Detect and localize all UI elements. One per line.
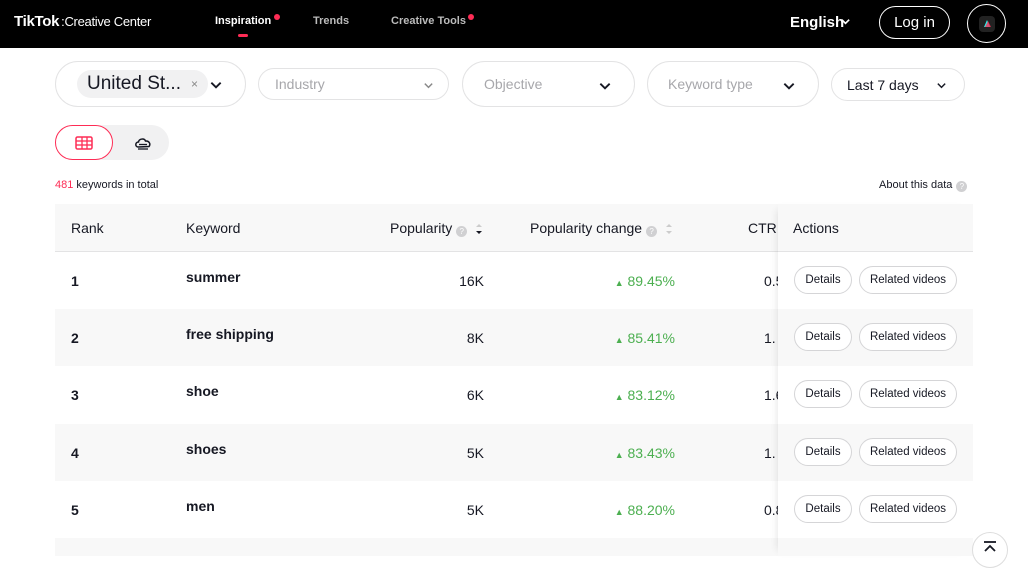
sort-icon[interactable] — [664, 223, 674, 235]
industry-filter[interactable]: Industry — [258, 68, 449, 100]
chevron-up-icon — [984, 541, 996, 552]
period-value: Last 7 days — [847, 76, 919, 93]
arrow-up-icon: ▲ — [614, 507, 624, 517]
row-popularity: 16K — [459, 273, 484, 289]
row-popularity-change: ▲ 83.43% — [615, 445, 675, 461]
change-value: 88.20% — [627, 502, 675, 518]
tiktok-app-icon — [978, 15, 995, 32]
row-ctr: 1. — [764, 330, 776, 346]
row-rank: 4 — [71, 445, 79, 461]
row-popularity-change: ▲ 88.20% — [615, 502, 675, 518]
tiktok-creative-center-logo[interactable]: TikTok:Creative Center — [14, 13, 151, 30]
row-ctr: 1. — [764, 445, 776, 461]
keywords-count: 481 — [55, 179, 74, 191]
change-value: 89.45% — [627, 273, 675, 289]
country-filter[interactable]: United St... × — [55, 61, 246, 107]
header-popularity-change-label: Popularity change — [530, 220, 643, 236]
table-view-button[interactable] — [55, 125, 113, 160]
arrow-up-icon: ▲ — [614, 335, 624, 345]
nav-trends[interactable]: Trends — [313, 15, 349, 27]
header-rank: Rank — [71, 220, 104, 236]
header-popularity[interactable]: Popularity? — [390, 220, 484, 237]
country-chip[interactable]: United St... × — [77, 70, 209, 98]
about-label: About this data — [879, 179, 953, 191]
row-rank: 3 — [71, 387, 79, 403]
change-value: 83.43% — [627, 445, 675, 461]
arrow-up-icon: ▲ — [614, 450, 624, 460]
chevron-down-icon[interactable] — [782, 79, 796, 93]
language-label: English — [790, 14, 845, 31]
close-icon[interactable]: × — [191, 77, 198, 91]
industry-placeholder: Industry — [275, 76, 325, 92]
row-keyword: summer — [186, 269, 241, 285]
nav-inspiration[interactable]: Inspiration — [215, 15, 271, 27]
row-keyword: shoe — [186, 383, 219, 399]
view-toggle — [55, 125, 169, 160]
keyword-type-filter[interactable]: Keyword type — [647, 61, 819, 107]
nav-trends-label: Trends — [313, 15, 350, 27]
row-keyword: men — [186, 498, 215, 514]
sort-icon[interactable] — [474, 223, 484, 235]
help-icon[interactable]: ? — [646, 226, 658, 237]
scroll-to-top-button[interactable] — [972, 532, 1008, 568]
row-popularity-change: ▲ 85.41% — [615, 330, 675, 346]
keywords-total: 481 keywords in total — [55, 179, 158, 191]
objective-placeholder: Objective — [484, 76, 543, 92]
row-ctr: 1.6 — [764, 387, 778, 403]
header-ctr: CTR — [748, 220, 777, 236]
chevron-down-icon[interactable] — [840, 16, 851, 27]
row-ctr: 0.5 — [764, 273, 778, 289]
top-navigation-bar: TikTok:Creative Center Inspiration Trend… — [0, 0, 1028, 48]
row-popularity-change: ▲ 83.12% — [615, 387, 675, 403]
keywords-total-label: keywords in total — [76, 179, 159, 191]
nav-creative-tools-label: Creative Tools — [391, 15, 466, 27]
change-value: 83.12% — [627, 387, 675, 403]
row-keyword: shoes — [186, 441, 227, 457]
row-ctr: 0.8 — [764, 502, 778, 518]
period-filter[interactable]: Last 7 days — [831, 68, 965, 101]
chevron-down-icon[interactable] — [598, 79, 612, 93]
header-popularity-change[interactable]: Popularity change? — [530, 220, 674, 237]
row-popularity-change: ▲ 89.45% — [615, 273, 675, 289]
objective-filter[interactable]: Objective — [462, 61, 635, 107]
header-keyword: Keyword — [186, 220, 241, 236]
change-value: 85.41% — [627, 330, 675, 346]
row-popularity: 6K — [466, 387, 484, 403]
avatar[interactable] — [967, 4, 1006, 43]
nav-inspiration-dot — [274, 14, 280, 20]
active-nav-indicator — [238, 34, 248, 37]
login-button[interactable]: Log in — [879, 6, 950, 39]
row-rank: 2 — [71, 330, 79, 346]
about-this-data[interactable]: About this data? — [879, 179, 968, 192]
nav-creative-tools[interactable]: Creative Tools — [391, 15, 466, 27]
chevron-down-icon[interactable] — [936, 80, 947, 91]
word-cloud-icon — [135, 137, 151, 150]
row-popularity: 8K — [466, 330, 484, 346]
table-icon — [75, 135, 93, 150]
row-popularity: 5K — [466, 502, 484, 518]
row-keyword: free shipping — [186, 326, 274, 342]
actions-column-shadow — [778, 204, 973, 556]
help-icon[interactable]: ? — [956, 181, 968, 192]
language-selector[interactable]: English — [790, 14, 844, 31]
arrow-up-icon: ▲ — [614, 278, 624, 288]
logo-subtitle: Creative Center — [64, 14, 152, 29]
row-rank: 5 — [71, 502, 79, 518]
arrow-up-icon: ▲ — [614, 392, 624, 402]
cloud-view-button[interactable] — [117, 125, 169, 160]
row-popularity: 5K — [466, 445, 484, 461]
country-value: United St... — [87, 73, 181, 94]
logo-text: TikTok — [14, 13, 60, 30]
chevron-down-icon[interactable] — [423, 80, 434, 91]
help-icon[interactable]: ? — [456, 226, 468, 237]
nav-inspiration-label: Inspiration — [215, 15, 272, 27]
chevron-down-icon[interactable] — [209, 78, 223, 92]
keyword-type-placeholder: Keyword type — [668, 76, 753, 92]
header-popularity-label: Popularity — [390, 220, 453, 236]
nav-creative-tools-dot — [468, 14, 474, 20]
row-rank: 1 — [71, 273, 79, 289]
